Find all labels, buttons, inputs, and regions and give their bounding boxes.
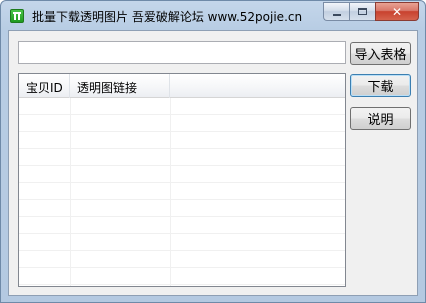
maximize-button[interactable] — [349, 2, 375, 21]
maximize-icon — [358, 8, 367, 15]
minimize-button[interactable] — [323, 2, 349, 21]
import-table-button[interactable]: 导入表格 — [350, 42, 411, 65]
column-header-item-id[interactable]: 宝贝ID — [19, 74, 70, 98]
title-bar[interactable]: 批量下载透明图片 吾爱破解论坛 www.52pojie.cn ✕ — [1, 1, 425, 30]
close-icon: ✕ — [391, 4, 403, 19]
download-button[interactable]: 下载 — [350, 74, 411, 97]
column-divider — [70, 98, 71, 286]
column-divider — [170, 98, 171, 286]
help-button[interactable]: 说明 — [350, 107, 411, 130]
file-path-input[interactable] — [18, 41, 346, 64]
client-area: 导入表格 下载 说明 宝贝ID 透明图链接 — [8, 30, 418, 296]
list-grid — [19, 98, 345, 286]
column-header-empty — [170, 74, 345, 98]
list-header: 宝贝ID 透明图链接 — [19, 74, 345, 98]
main-window: 批量下载透明图片 吾爱破解论坛 www.52pojie.cn ✕ 导入表格 下载… — [0, 0, 426, 303]
app-icon — [10, 9, 24, 23]
minimize-icon — [332, 13, 341, 16]
results-list[interactable]: 宝贝ID 透明图链接 — [18, 73, 346, 287]
window-title: 批量下载透明图片 吾爱破解论坛 www.52pojie.cn — [32, 10, 303, 24]
caption-buttons: ✕ — [323, 2, 419, 21]
column-header-image-link[interactable]: 透明图链接 — [70, 74, 170, 98]
close-button[interactable]: ✕ — [375, 2, 419, 21]
